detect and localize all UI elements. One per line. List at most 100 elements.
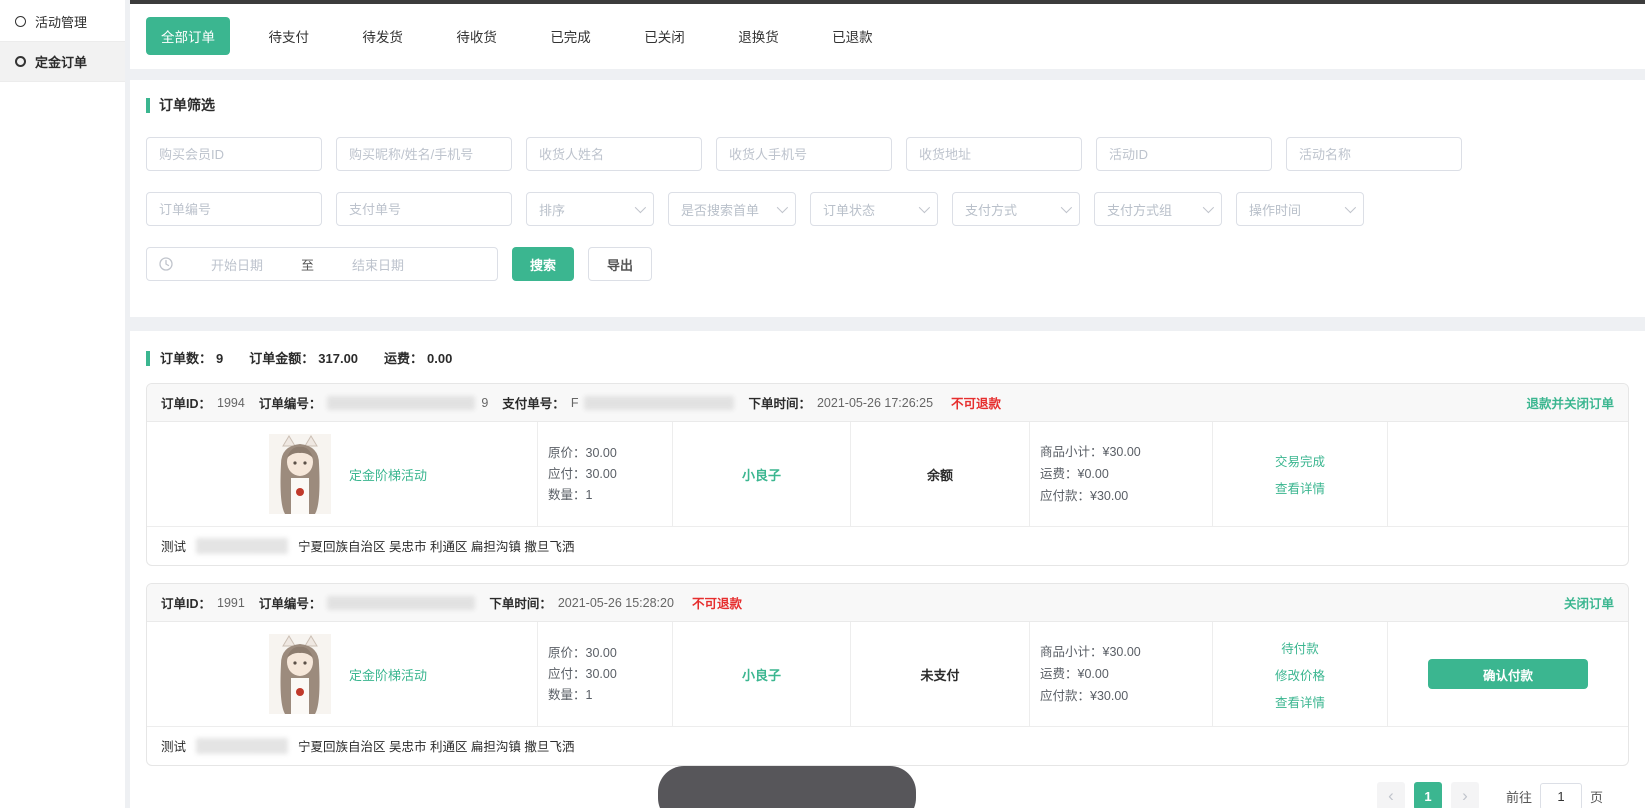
refund-and-close-order-link[interactable]: 退款并关闭订单	[1526, 393, 1614, 412]
status-completed-text: 交易完成	[1275, 451, 1325, 470]
page-unit-label: 页	[1590, 787, 1603, 806]
orders-summary: 订单数：9 订单金额：317.00 运费：0.00	[146, 351, 1629, 366]
sidebar-item-activity-management[interactable]: 活动管理	[0, 2, 125, 42]
buyer-member-id-input[interactable]	[146, 137, 322, 171]
tab-pending-receipt[interactable]: 待收货	[441, 17, 512, 55]
buyer-nickname-input[interactable]	[336, 137, 512, 171]
order-id-label: 订单ID：	[161, 593, 211, 612]
action-cell	[1387, 422, 1628, 526]
order-body: 定金阶梯活动 原价：30.00 应付：30.00 数量：1 小良子 未支付 商品…	[147, 622, 1628, 726]
awaiting-payment-text: 待付款	[1281, 638, 1319, 657]
receiver-address: 宁夏回族自治区 吴忠市 利通区 扁担沟镇 撒旦飞洒	[298, 536, 574, 555]
payment-method-cell: 未支付	[850, 622, 1029, 726]
goto-page-input[interactable]	[1540, 783, 1582, 808]
order-footer: 测试 宁夏回族自治区 吴忠市 利通区 扁担沟镇 撒旦飞洒	[147, 526, 1628, 565]
prev-page-icon[interactable]: ‹	[1377, 782, 1405, 808]
tab-closed[interactable]: 已关闭	[629, 17, 700, 55]
order-header: 订单ID： 1991 订单编号： 下单时间： 2021-05-26 15:28:…	[147, 584, 1628, 622]
redacted-order-number	[327, 596, 475, 610]
sidebar-item-deposit-orders[interactable]: 定金订单	[0, 42, 125, 82]
price-cell: 原价：30.00 应付：30.00 数量：1	[537, 622, 672, 726]
chevron-down-icon	[1061, 202, 1072, 213]
operation-time-select[interactable]: 操作时间	[1236, 192, 1364, 226]
non-refundable-flag: 不可退款	[692, 593, 742, 612]
redacted-phone-number	[196, 738, 288, 754]
buyer-cell: 小良子	[672, 422, 850, 526]
chevron-down-icon	[1345, 202, 1356, 213]
orders-freight: 运费：0.00	[384, 351, 452, 366]
first-order-select[interactable]: 是否搜索首单	[668, 192, 796, 226]
order-no-label: 订单编号：	[259, 393, 322, 412]
payment-no-prefix: F	[571, 396, 579, 410]
radio-circle-icon	[15, 16, 26, 27]
tab-all-orders[interactable]: 全部订单	[146, 17, 230, 55]
modify-price-link[interactable]: 修改价格	[1275, 665, 1325, 684]
order-card-1994: 订单ID： 1994 订单编号： 9 支付单号： F 下单时间： 2021-05…	[146, 383, 1629, 566]
close-order-link[interactable]: 关闭订单	[1564, 593, 1614, 612]
search-button[interactable]: 搜索	[512, 247, 574, 281]
order-filter-panel: 订单筛选 排序 是否搜索首单 订单状态	[130, 80, 1645, 317]
redacted-phone-number	[196, 538, 288, 554]
activity-name-input[interactable]	[1286, 137, 1462, 171]
orders-count: 订单数：9	[160, 351, 223, 366]
order-id-value: 1994	[217, 396, 245, 410]
payment-method-group-select[interactable]: 支付方式组	[1094, 192, 1222, 226]
product-cell: 定金阶梯活动	[147, 622, 537, 726]
buyer-nickname[interactable]: 小良子	[742, 665, 781, 684]
amounts-cell: 商品小计：¥30.00 运费：¥0.00 应付款：¥30.00	[1029, 622, 1212, 726]
confirm-payment-button[interactable]: 确认付款	[1428, 659, 1588, 689]
product-cell: 定金阶梯活动	[147, 422, 537, 526]
order-time-value: 2021-05-26 17:26:25	[817, 396, 933, 410]
main-content: 全部订单 待支付 待发货 待收货 已完成 已关闭 退换货 已退款 订单筛选 排序	[130, 0, 1645, 808]
receiver-name-input[interactable]	[526, 137, 702, 171]
order-time-value: 2021-05-26 15:28:20	[558, 596, 674, 610]
clock-icon	[159, 257, 173, 271]
payment-no-label: 支付单号：	[502, 393, 565, 412]
view-details-link[interactable]: 查看详情	[1275, 692, 1325, 711]
receiver-name: 测试	[161, 536, 186, 555]
amounts-cell: 商品小计：¥30.00 运费：¥0.00 应付款：¥30.00	[1029, 422, 1212, 526]
payment-method-select[interactable]: 支付方式	[952, 192, 1080, 226]
activity-id-input[interactable]	[1096, 137, 1272, 171]
filter-section-title: 订单筛选	[146, 98, 1629, 113]
chevron-down-icon	[635, 202, 646, 213]
receiver-address-input[interactable]	[906, 137, 1082, 171]
payment-method-cell: 余额	[850, 422, 1029, 526]
page-1-button[interactable]: 1	[1414, 782, 1442, 808]
tab-refunded[interactable]: 已退款	[817, 17, 888, 55]
orders-list-panel: 订单数：9 订单金额：317.00 运费：0.00 订单ID： 1994 订单编…	[130, 331, 1645, 808]
product-name-link[interactable]: 定金阶梯活动	[349, 465, 427, 484]
radio-circle-icon	[15, 56, 26, 67]
receiver-phone-input[interactable]	[716, 137, 892, 171]
goto-label: 前往	[1506, 787, 1532, 806]
tab-return-exchange[interactable]: 退换货	[723, 17, 794, 55]
view-details-link[interactable]: 查看详情	[1275, 478, 1325, 497]
redacted-order-number	[327, 396, 475, 410]
sidebar-item-label: 定金订单	[35, 52, 87, 71]
date-range-picker[interactable]: 开始日期 至 结束日期	[146, 247, 498, 281]
sidebar: 活动管理 定金订单	[0, 0, 125, 808]
chevron-down-icon	[1203, 202, 1214, 213]
bottom-overlay-pill	[658, 766, 916, 808]
product-name-link[interactable]: 定金阶梯活动	[349, 665, 427, 684]
order-number-input[interactable]	[146, 192, 322, 226]
start-date-placeholder[interactable]: 开始日期	[183, 255, 291, 274]
order-footer: 测试 宁夏回族自治区 吴忠市 利通区 扁担沟镇 撒旦飞洒	[147, 726, 1628, 765]
buyer-cell: 小良子	[672, 622, 850, 726]
non-refundable-flag: 不可退款	[951, 393, 1001, 412]
export-button[interactable]: 导出	[588, 247, 652, 281]
order-no-label: 订单编号：	[259, 593, 322, 612]
order-tabs-bar: 全部订单 待支付 待发货 待收货 已完成 已关闭 退换货 已退款	[130, 4, 1645, 69]
tab-completed[interactable]: 已完成	[535, 17, 606, 55]
order-time-label: 下单时间：	[489, 593, 552, 612]
end-date-placeholder[interactable]: 结束日期	[324, 255, 432, 274]
order-status-select[interactable]: 订单状态	[810, 192, 938, 226]
status-cell: 交易完成 查看详情	[1212, 422, 1387, 526]
buyer-nickname[interactable]: 小良子	[742, 465, 781, 484]
sort-select[interactable]: 排序	[526, 192, 654, 226]
payment-number-input[interactable]	[336, 192, 512, 226]
tab-pending-payment[interactable]: 待支付	[253, 17, 324, 55]
order-card-1991: 订单ID： 1991 订单编号： 下单时间： 2021-05-26 15:28:…	[146, 583, 1629, 766]
next-page-icon[interactable]: ›	[1451, 782, 1479, 808]
tab-pending-shipment[interactable]: 待发货	[347, 17, 418, 55]
